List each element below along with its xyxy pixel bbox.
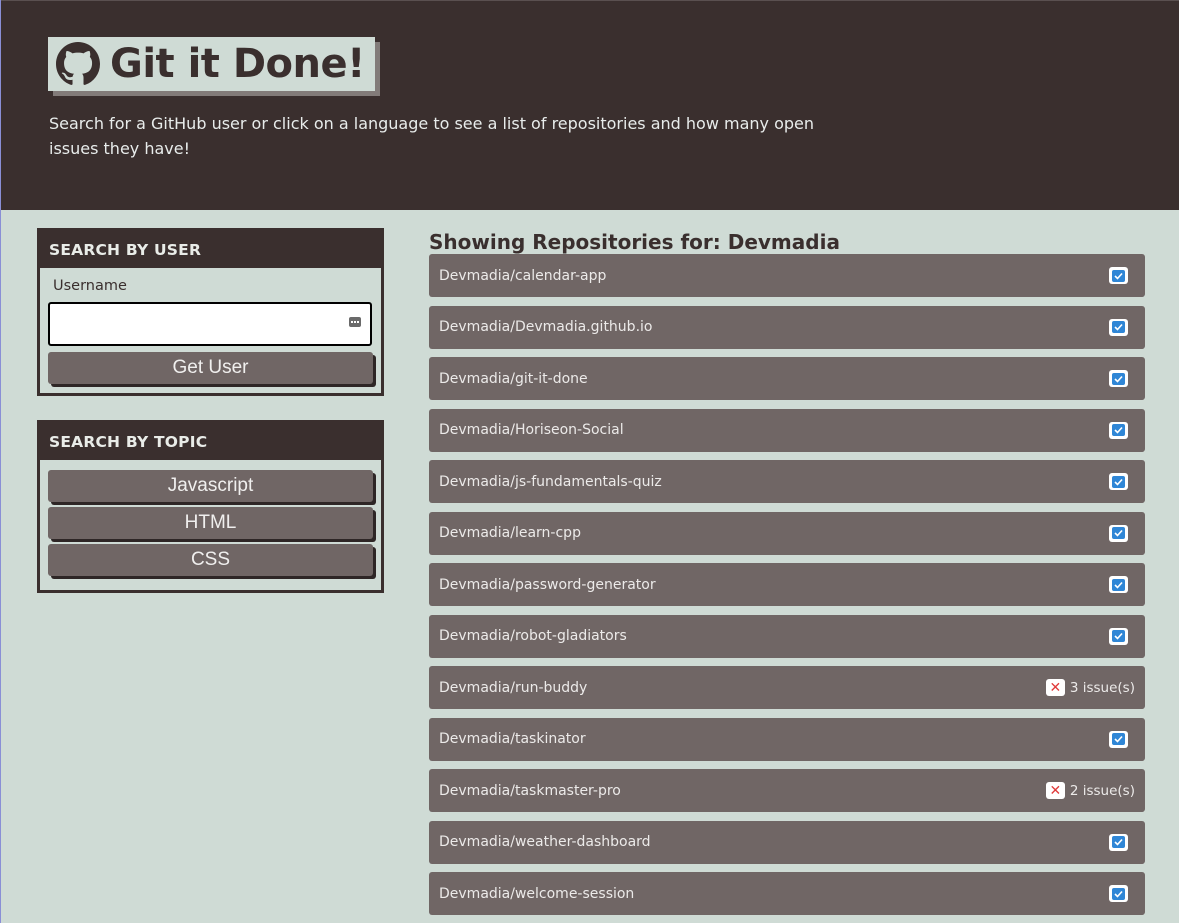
user-search-card: SEARCH BY USER Username Get User — [37, 228, 384, 396]
app-subtitle: Search for a GitHub user or click on a l… — [49, 114, 815, 158]
repo-name: Devmadia/run-buddy — [439, 679, 588, 696]
no-issues-check-icon — [1109, 318, 1128, 336]
username-label: Username — [53, 278, 127, 294]
app-title: Git it Done! — [110, 41, 365, 87]
repo-status: ✕ 2 issue(s) — [1045, 782, 1135, 799]
repo-name: Devmadia/welcome-session — [439, 885, 635, 902]
user-search-heading: SEARCH BY USER — [40, 231, 381, 268]
repo-name: Devmadia/Horiseon-Social — [439, 422, 624, 438]
repo-item[interactable]: Devmadia/weather-dashboard — [429, 820, 1145, 864]
repo-item[interactable]: Devmadia/run-buddy ✕ 3 issue(s) — [429, 666, 1145, 709]
no-issues-check-icon — [1109, 833, 1128, 851]
no-issues-check-icon — [1109, 576, 1128, 593]
repo-name: Devmadia/learn-cpp — [439, 525, 581, 541]
repo-item[interactable]: Devmadia/welcome-session — [429, 872, 1145, 915]
no-issues-check-icon — [1109, 524, 1128, 542]
repo-item[interactable]: Devmadia/robot-gladiators — [429, 614, 1145, 658]
password-manager-icon[interactable] — [349, 317, 361, 327]
repo-status — [1109, 730, 1135, 748]
repo-name: Devmadia/robot-gladiators — [439, 628, 627, 644]
repo-status: ✕ 3 issue(s) — [1045, 679, 1135, 696]
topic-search-card: SEARCH BY TOPIC Javascript HTML CSS — [37, 420, 384, 593]
no-issues-check-icon — [1109, 627, 1128, 645]
repo-item[interactable]: Devmadia/js-fundamentals-quiz — [429, 460, 1145, 503]
issues-x-icon: ✕ — [1045, 782, 1065, 799]
repo-status — [1109, 473, 1135, 490]
repo-status — [1109, 421, 1135, 439]
topic-button-html[interactable]: HTML — [48, 507, 373, 539]
repo-item[interactable]: Devmadia/taskinator — [429, 717, 1145, 761]
repo-item[interactable]: Devmadia/git-it-done — [429, 357, 1145, 400]
repo-item[interactable]: Devmadia/taskmaster-pro ✕ 2 issue(s) — [429, 769, 1145, 812]
no-issues-check-icon — [1109, 267, 1128, 284]
repo-name: Devmadia/js-fundamentals-quiz — [439, 473, 662, 490]
repo-item[interactable]: Devmadia/Horiseon-Social — [429, 408, 1145, 452]
username-input[interactable] — [48, 302, 372, 346]
repo-status — [1109, 318, 1135, 336]
repo-status — [1109, 267, 1135, 284]
github-icon — [56, 42, 100, 85]
repo-name: Devmadia/calendar-app — [439, 267, 607, 284]
topic-button-css[interactable]: CSS — [48, 544, 373, 576]
repo-name: Devmadia/weather-dashboard — [439, 834, 651, 850]
repo-name: Devmadia/password-generator — [439, 576, 656, 593]
repo-name: Devmadia/taskinator — [439, 731, 586, 747]
topic-button-javascript[interactable]: Javascript — [48, 470, 373, 502]
repo-name: Devmadia/Devmadia.github.io — [439, 319, 653, 335]
repo-item[interactable]: Devmadia/calendar-app — [429, 254, 1145, 297]
repo-status — [1109, 370, 1135, 387]
repo-status — [1109, 885, 1135, 902]
repo-item[interactable]: Devmadia/Devmadia.github.io — [429, 305, 1145, 349]
repo-status — [1109, 576, 1135, 593]
app-logo: Git it Done! — [48, 37, 375, 91]
repo-list: Devmadia/calendar-app Devmadia/Devmadia.g… — [429, 254, 1145, 923]
repo-name: Devmadia/taskmaster-pro — [439, 782, 621, 799]
repo-item[interactable]: Devmadia/password-generator — [429, 563, 1145, 606]
get-user-button[interactable]: Get User — [48, 352, 373, 384]
page-header: Git it Done! Search for a GitHub user or… — [1, 0, 1179, 210]
repos-heading: Showing Repositories for: Devmadia — [429, 230, 840, 254]
topic-search-heading: SEARCH BY TOPIC — [40, 423, 381, 460]
no-issues-check-icon — [1109, 370, 1128, 387]
repo-name: Devmadia/git-it-done — [439, 370, 588, 387]
repo-status — [1109, 833, 1135, 851]
no-issues-check-icon — [1109, 730, 1128, 748]
no-issues-check-icon — [1109, 473, 1128, 490]
issues-x-icon: ✕ — [1045, 679, 1065, 696]
issue-count: 3 issue(s) — [1069, 679, 1135, 696]
repo-status — [1109, 627, 1135, 645]
no-issues-check-icon — [1109, 885, 1128, 902]
repo-status — [1109, 524, 1135, 542]
issue-count: 2 issue(s) — [1069, 782, 1135, 799]
repo-item[interactable]: Devmadia/learn-cpp — [429, 511, 1145, 555]
no-issues-check-icon — [1109, 421, 1128, 439]
